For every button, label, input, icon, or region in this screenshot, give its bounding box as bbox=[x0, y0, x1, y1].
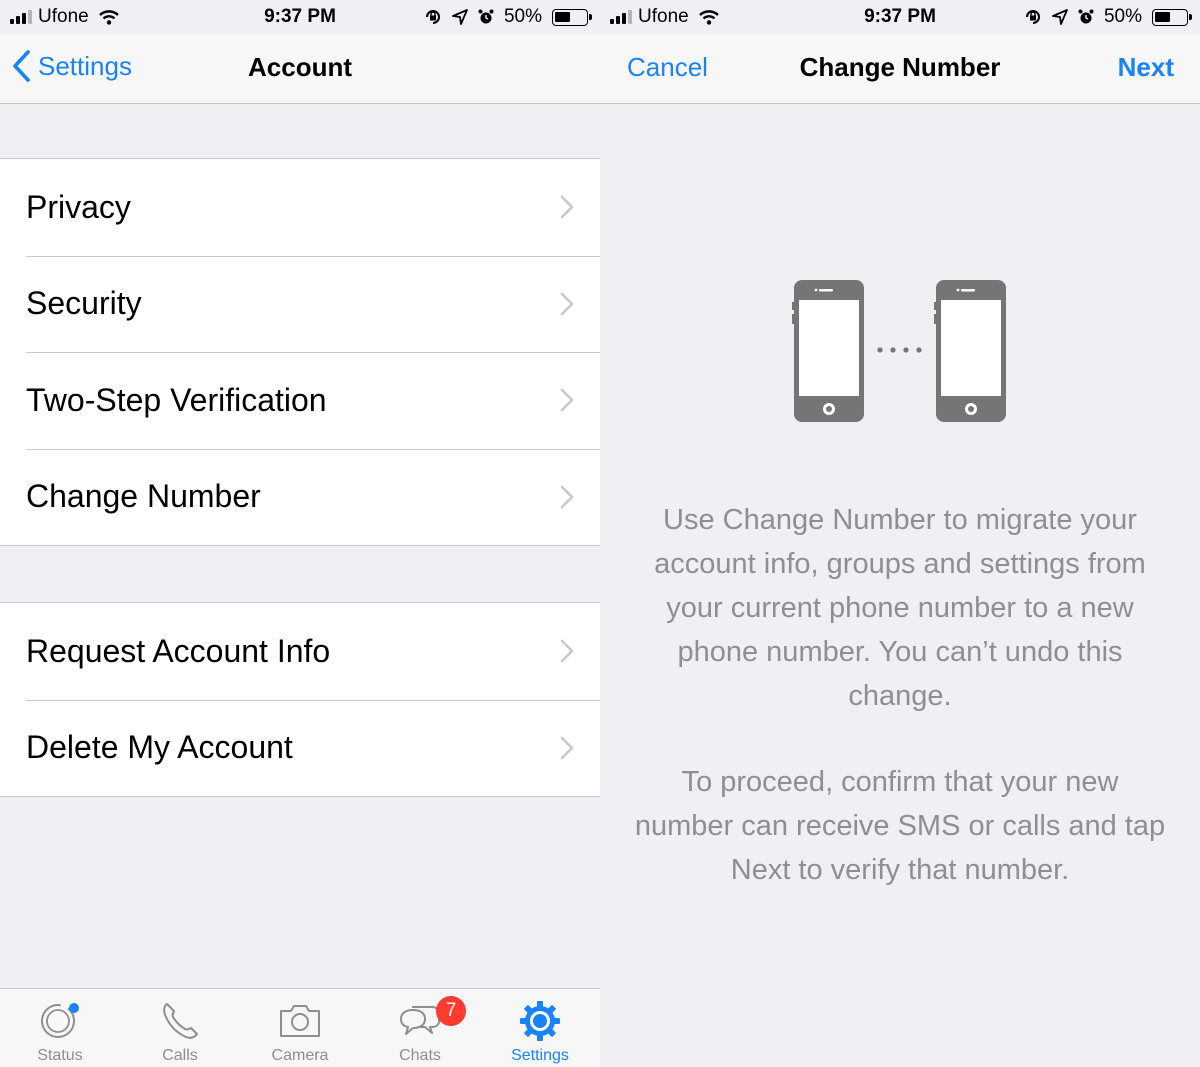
tab-label: Calls bbox=[162, 1047, 198, 1064]
row-label: Security bbox=[26, 285, 142, 322]
tab-label: Chats bbox=[399, 1047, 441, 1064]
change-number-description: Use Change Number to migrate your accoun… bbox=[654, 504, 1146, 712]
battery-percent: 50% bbox=[1103, 6, 1142, 27]
change-number-screen: Ufone 9:37 PM 50% Cancel Change Number N… bbox=[600, 0, 1200, 1067]
account-screen: Ufone 9:37 PM 50% Settings Account Priva… bbox=[0, 0, 600, 1067]
account-data-group: Request Account Info Delete My Account bbox=[0, 602, 600, 797]
next-button[interactable]: Next bbox=[1118, 52, 1174, 83]
chevron-right-icon bbox=[560, 736, 574, 760]
chevron-right-icon bbox=[560, 195, 574, 219]
old-phone-icon bbox=[792, 280, 864, 422]
change-number-instructions: To proceed, confirm that your new number… bbox=[634, 766, 1166, 886]
tab-settings[interactable]: Settings bbox=[480, 989, 600, 1067]
connection-dots bbox=[877, 347, 922, 353]
row-security[interactable]: Security bbox=[0, 255, 600, 353]
orientation-lock-icon bbox=[425, 10, 440, 24]
orientation-lock-icon bbox=[1025, 10, 1040, 24]
battery-percent: 50% bbox=[503, 6, 542, 27]
new-phone-icon bbox=[934, 280, 1006, 422]
tab-label: Camera bbox=[271, 1047, 329, 1064]
battery-icon bbox=[552, 8, 592, 26]
status-bar: Ufone 9:37 PM 50% bbox=[0, 0, 600, 34]
row-request-account-info[interactable]: Request Account Info bbox=[0, 603, 600, 700]
chevron-right-icon bbox=[560, 639, 574, 663]
location-icon bbox=[1052, 9, 1068, 25]
row-two-step-verification[interactable]: Two-Step Verification bbox=[0, 352, 600, 449]
tab-chats[interactable]: 7 Chats bbox=[360, 989, 480, 1067]
chevron-right-icon bbox=[560, 485, 574, 509]
tab-status[interactable]: Status bbox=[0, 989, 120, 1067]
chevron-right-icon bbox=[560, 388, 574, 412]
row-label: Privacy bbox=[26, 188, 131, 225]
account-settings-group: Privacy Security Two-Step Verification C… bbox=[0, 158, 600, 546]
tab-camera[interactable]: Camera bbox=[240, 989, 360, 1067]
two-phones-icon bbox=[792, 280, 1006, 422]
chat-bubbles-icon bbox=[400, 1006, 440, 1035]
tab-bar: Status Calls Camera 7 Chats Settings bbox=[0, 988, 600, 1067]
row-delete-my-account[interactable]: Delete My Account bbox=[0, 699, 600, 797]
status-icon bbox=[41, 1003, 79, 1038]
tab-calls[interactable]: Calls bbox=[120, 989, 240, 1067]
row-label: Two-Step Verification bbox=[26, 381, 327, 418]
battery-icon bbox=[1152, 8, 1192, 26]
row-label: Delete My Account bbox=[26, 729, 293, 766]
navigation-bar: Cancel Change Number Next bbox=[600, 34, 1200, 104]
unread-badge: 7 bbox=[436, 996, 466, 1026]
tab-label: Status bbox=[37, 1047, 83, 1064]
alarm-icon bbox=[478, 9, 494, 24]
row-label: Change Number bbox=[26, 478, 261, 515]
phone-icon bbox=[163, 1003, 198, 1039]
gear-icon bbox=[520, 1001, 560, 1041]
chevron-right-icon bbox=[560, 292, 574, 316]
tab-label: Settings bbox=[511, 1047, 569, 1064]
row-privacy[interactable]: Privacy bbox=[0, 159, 600, 256]
navigation-bar: Settings Account bbox=[0, 34, 600, 104]
alarm-icon bbox=[1078, 9, 1094, 24]
camera-icon bbox=[280, 1005, 320, 1037]
page-title: Account bbox=[248, 52, 352, 82]
location-icon bbox=[452, 9, 468, 25]
page-title: Change Number bbox=[799, 52, 1001, 82]
status-bar: Ufone 9:37 PM 50% bbox=[600, 0, 1200, 34]
row-label: Request Account Info bbox=[26, 632, 331, 669]
row-change-number[interactable]: Change Number bbox=[0, 448, 600, 546]
